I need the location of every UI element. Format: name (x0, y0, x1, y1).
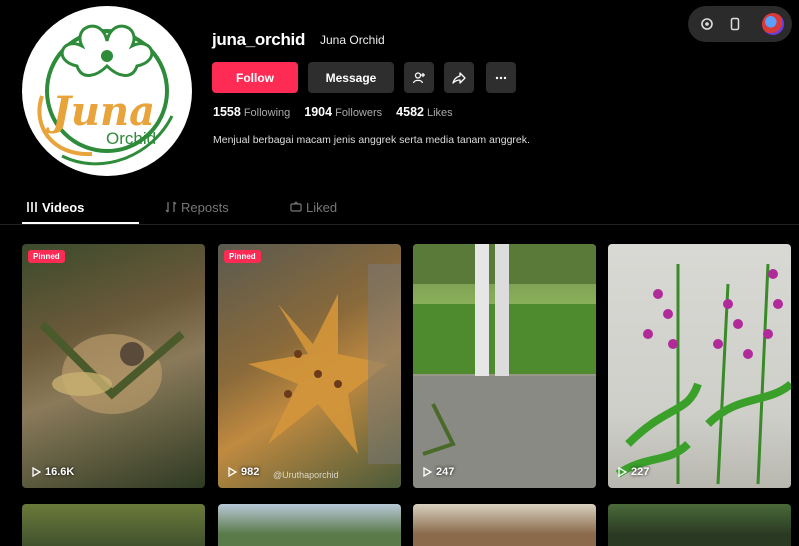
video-thumbnail[interactable] (218, 504, 401, 546)
settings-icon[interactable] (700, 17, 714, 31)
tab-liked-label: Liked (306, 200, 338, 215)
follow-button[interactable]: Follow (212, 62, 298, 93)
followers-stat[interactable]: 1904 Followers (304, 105, 382, 119)
video-thumbnail[interactable] (413, 504, 596, 546)
video-thumbnail[interactable]: 227 (608, 244, 791, 488)
view-count-value: 227 (631, 466, 650, 478)
add-friend-button[interactable] (404, 62, 434, 93)
video-watermark: @Uruthaporchid (273, 470, 339, 480)
followers-label: Followers (335, 107, 383, 119)
following-label: Following (243, 107, 291, 119)
display-name: Juna Orchid (320, 33, 385, 47)
view-count: 227 (618, 466, 649, 478)
device-icon[interactable] (728, 17, 742, 31)
play-icon (228, 467, 237, 477)
video-thumbnail[interactable]: Pinned 982 @Uruthaporchid (218, 244, 401, 488)
tab-reposts-label: Reposts (181, 200, 229, 215)
view-count: 982 (228, 466, 259, 478)
user-avatar[interactable] (762, 13, 784, 35)
pinned-badge: Pinned (28, 250, 65, 263)
play-icon (423, 467, 432, 477)
logo-text: Juna (52, 88, 156, 135)
pinned-badge: Pinned (224, 250, 261, 263)
tab-reposts[interactable]: Reposts (165, 200, 229, 216)
message-button[interactable]: Message (308, 62, 394, 93)
top-right-controls (688, 6, 792, 42)
liked-icon (290, 201, 302, 216)
likes-stat: 4582 Likes (396, 105, 453, 119)
username: juna_orchid (212, 30, 306, 49)
view-count-value: 16.6K (45, 466, 75, 478)
tab-liked[interactable]: Liked (290, 200, 337, 216)
tab-videos-label: Videos (42, 200, 85, 215)
tab-videos[interactable]: Videos (26, 200, 84, 216)
add-friend-icon (412, 71, 425, 83)
more-button[interactable] (486, 62, 516, 93)
followers-count: 1904 (304, 105, 333, 119)
grid-icon (26, 201, 38, 216)
video-thumbnail[interactable]: 247 (413, 244, 596, 488)
more-icon (495, 76, 507, 79)
likes-count: 4582 (396, 105, 424, 119)
video-thumbnail[interactable] (608, 504, 791, 546)
logo-subtext: Orchid (106, 129, 157, 148)
following-stat[interactable]: 1558 Following (213, 105, 290, 119)
profile-stats: 1558 Following 1904 Followers 4582 Likes (213, 105, 453, 119)
orchid-photo (39, 321, 185, 414)
repost-icon (165, 201, 177, 216)
likes-label: Likes (426, 107, 453, 119)
video-thumbnail[interactable]: Pinned 16.6K (22, 244, 205, 488)
view-count-value: 982 (241, 466, 260, 478)
play-icon (32, 467, 41, 477)
following-count: 1558 (213, 105, 241, 119)
orchid-photo (615, 263, 791, 485)
play-icon (618, 467, 627, 477)
share-button[interactable] (444, 62, 474, 93)
profile-avatar: Juna Orchid (22, 6, 192, 176)
view-count: 16.6K (32, 466, 74, 478)
video-thumbnail[interactable] (22, 504, 205, 546)
tab-divider (0, 224, 799, 225)
garden-photo (413, 244, 596, 488)
profile-bio: Menjual berbagai macam jenis anggrek ser… (213, 134, 530, 146)
view-count: 247 (423, 466, 454, 478)
orchid-photo (248, 264, 401, 464)
view-count-value: 247 (436, 466, 455, 478)
share-icon (452, 71, 466, 84)
